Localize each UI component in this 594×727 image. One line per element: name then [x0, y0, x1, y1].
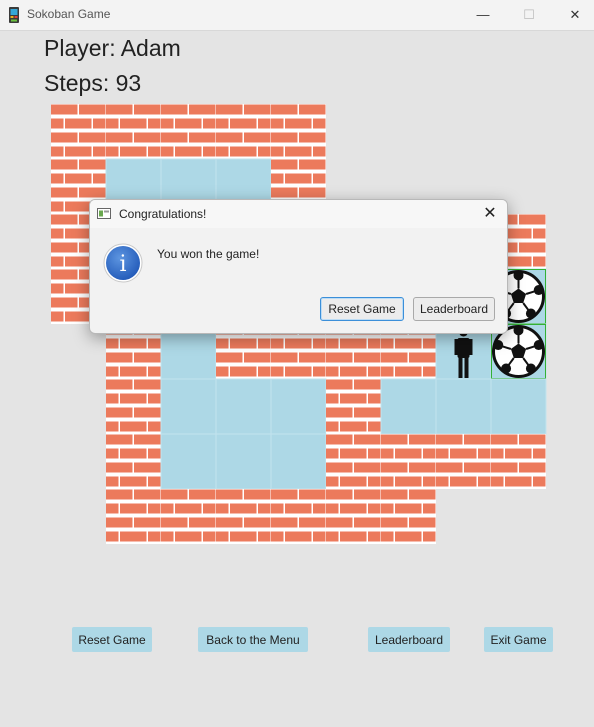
floor-tile [270, 378, 327, 435]
dialog-window-icon [97, 208, 111, 219]
dialog-message: You won the game! [157, 247, 260, 261]
dialog-leaderboard-button[interactable]: Leaderboard [413, 297, 495, 321]
exit-game-button[interactable]: Exit Game [484, 627, 553, 652]
brick-wall-tile [161, 489, 216, 544]
brick-wall-tile [436, 434, 491, 489]
leaderboard-button[interactable]: Leaderboard [368, 627, 450, 652]
brick-wall-tile [106, 379, 161, 434]
floor-tile [380, 378, 437, 435]
brick-wall-tile [106, 104, 161, 159]
game-board [51, 104, 547, 544]
info-icon: i [103, 243, 143, 283]
dialog-reset-game-button[interactable]: Reset Game [320, 297, 404, 321]
brick-wall-tile [271, 489, 326, 544]
floor-tile [490, 378, 547, 435]
dialog-close-button[interactable]: ✕ [481, 205, 499, 223]
dialog-header: Congratulations! ✕ [90, 200, 507, 228]
reset-game-button[interactable]: Reset Game [72, 627, 152, 652]
floor-tile [160, 433, 217, 490]
floor-tile [215, 433, 272, 490]
brick-wall-tile [326, 434, 381, 489]
floor-tile [435, 378, 492, 435]
floor-tile [215, 378, 272, 435]
brick-wall-tile [326, 379, 381, 434]
back-to-menu-button[interactable]: Back to the Menu [198, 627, 308, 652]
dialog-title: Congratulations! [119, 207, 207, 221]
brick-wall-tile [381, 489, 436, 544]
brick-wall-tile [326, 489, 381, 544]
congratulations-dialog: Congratulations! ✕ i You won the game! R… [89, 199, 508, 334]
brick-wall-tile [271, 104, 326, 159]
brick-wall-tile [106, 489, 161, 544]
floor-tile [270, 433, 327, 490]
brick-wall-tile [381, 434, 436, 489]
brick-wall-tile [216, 489, 271, 544]
info-glyph: i [119, 252, 126, 277]
brick-wall-tile [491, 434, 546, 489]
brick-wall-tile [161, 104, 216, 159]
floor-tile [160, 378, 217, 435]
brick-wall-tile [106, 434, 161, 489]
brick-wall-tile [51, 104, 106, 159]
brick-wall-tile [216, 104, 271, 159]
